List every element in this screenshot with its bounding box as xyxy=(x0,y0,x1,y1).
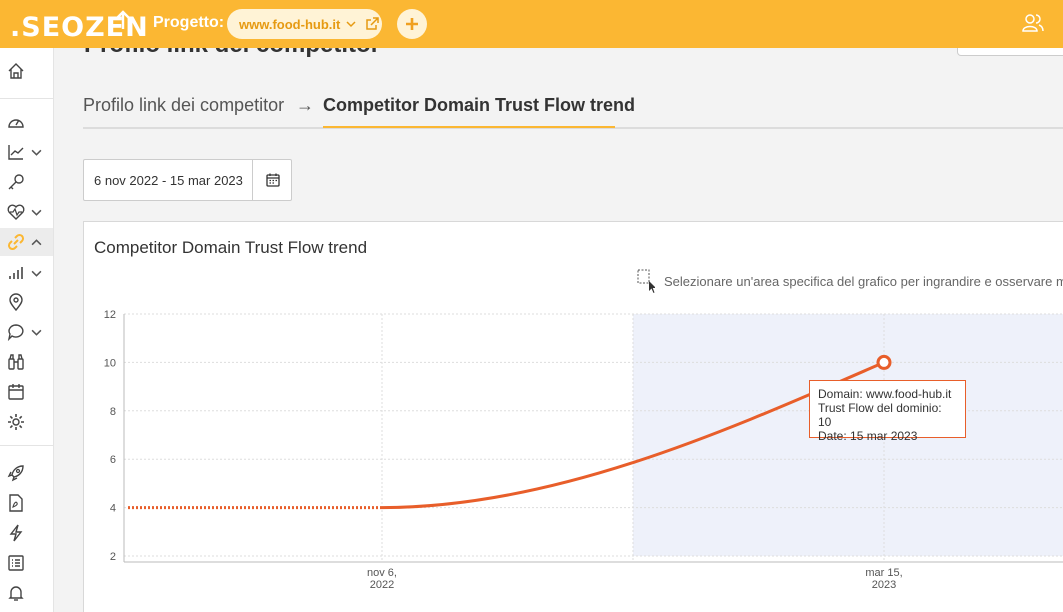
date-range-picker[interactable]: 6 nov 2022 - 15 mar 2023 xyxy=(83,159,292,201)
calendar-icon xyxy=(8,384,24,400)
rocket-icon xyxy=(7,465,24,482)
link-icon xyxy=(7,233,25,251)
y-tick-label: 2 xyxy=(110,551,116,563)
chat-icon xyxy=(7,324,24,341)
users-icon[interactable] xyxy=(1022,13,1044,33)
sidebar-item-competitors[interactable] xyxy=(0,348,53,376)
selection-zoom-icon xyxy=(637,269,655,293)
x-tick-label-year: 2022 xyxy=(370,579,394,591)
breadcrumb-parent-link[interactable]: Profilo link dei competitor xyxy=(83,95,284,116)
breadcrumb: Profilo link dei competitor → Competitor… xyxy=(83,86,1063,129)
trend-icon xyxy=(8,145,24,160)
x-tick-label-year: 2023 xyxy=(872,579,896,591)
sidebar-item-trend[interactable] xyxy=(0,138,53,166)
lightning-icon xyxy=(9,524,23,542)
sidebar-item-ranking[interactable] xyxy=(0,259,53,287)
y-tick-label: 8 xyxy=(110,406,116,418)
plus-icon xyxy=(406,18,418,30)
bell-icon xyxy=(8,586,24,601)
heartbeat-icon xyxy=(7,204,25,220)
tooltip-date: Date: 15 mar 2023 xyxy=(818,429,918,443)
sidebar-item-links[interactable] xyxy=(0,228,53,256)
tooltip-domain: Domain: www.food-hub.it xyxy=(818,387,952,401)
sidebar-item-dashboard[interactable] xyxy=(0,108,53,136)
sidebar-item-messages[interactable] xyxy=(0,318,53,346)
y-tick-label: 4 xyxy=(110,503,116,515)
y-tick-label: 12 xyxy=(104,309,116,321)
sidebar xyxy=(0,48,54,612)
chevron-down-icon xyxy=(31,329,42,336)
y-tick-label: 10 xyxy=(104,357,116,369)
arrow-right-icon: → xyxy=(296,95,314,115)
sidebar-item-notifications[interactable] xyxy=(0,579,53,607)
project-label: Progetto: xyxy=(153,14,225,31)
sidebar-item-reports[interactable] xyxy=(0,489,53,517)
project-name: www.food-hub.it xyxy=(239,16,341,32)
sidebar-item-launch[interactable] xyxy=(0,459,53,487)
x-tick-label: nov 6, xyxy=(367,567,397,579)
header-control[interactable] xyxy=(957,48,1063,56)
logo-arrow-icon xyxy=(116,10,130,29)
chevron-down-icon xyxy=(31,270,42,277)
checklist-icon xyxy=(8,555,24,571)
page-title: Profilo link dei competitor xyxy=(84,48,380,59)
sidebar-item-local[interactable] xyxy=(0,288,53,316)
location-pin-icon xyxy=(9,293,23,311)
chevron-down-icon xyxy=(31,209,42,216)
zoom-hint-text: Selezionare un'area specifica del grafic… xyxy=(664,274,1063,289)
external-link-icon[interactable] xyxy=(365,17,380,31)
binoculars-icon xyxy=(8,354,24,370)
main-content: Profilo link dei competitor Profilo link… xyxy=(54,48,1063,612)
dashboard-icon xyxy=(8,119,24,128)
x-tick-label: mar 15, xyxy=(865,567,902,579)
chevron-up-icon xyxy=(31,238,42,245)
chart-card: 2 4 6 8 10 12 nov 6, 2022 mar 15, 2023 Competitor… xyxy=(83,221,1063,612)
breadcrumb-current: Competitor Domain Trust Flow trend xyxy=(323,95,636,115)
date-range-value[interactable]: 6 nov 2022 - 15 mar 2023 xyxy=(94,173,243,188)
sidebar-item-health[interactable] xyxy=(0,198,53,226)
add-project-button[interactable] xyxy=(397,9,427,39)
chevron-down-icon xyxy=(346,21,356,28)
tooltip-trust-flow: Trust Flow del dominio: 10 xyxy=(818,401,942,429)
key-icon xyxy=(8,174,24,190)
home-icon xyxy=(8,63,24,79)
pdf-icon xyxy=(9,494,23,512)
calendar-icon xyxy=(265,173,280,187)
seozen-logo[interactable]: .SEOZEN xyxy=(10,8,148,43)
sidebar-item-home[interactable] xyxy=(0,57,53,85)
sidebar-item-calendar[interactable] xyxy=(0,378,53,406)
chevron-down-icon xyxy=(31,149,42,156)
active-tab-indicator xyxy=(323,126,615,128)
chart-card-title: Competitor Domain Trust Flow trend xyxy=(94,238,368,257)
sidebar-item-keywords[interactable] xyxy=(0,168,53,196)
project-selector[interactable]: www.food-hub.it xyxy=(227,9,382,39)
date-picker-button[interactable] xyxy=(252,160,292,200)
top-bar: .SEOZEN Progetto: www.food-hub.it xyxy=(0,0,1063,48)
chart-tooltip: Domain: www.food-hub.it Trust Flow del d… xyxy=(809,380,966,443)
y-tick-label: 6 xyxy=(110,454,116,466)
sidebar-item-tasks[interactable] xyxy=(0,549,53,577)
bar-chart-icon xyxy=(9,267,23,279)
gear-icon xyxy=(8,414,24,430)
data-point-marker xyxy=(876,354,892,370)
sidebar-item-speed[interactable] xyxy=(0,519,53,547)
sidebar-item-settings[interactable] xyxy=(0,408,53,436)
